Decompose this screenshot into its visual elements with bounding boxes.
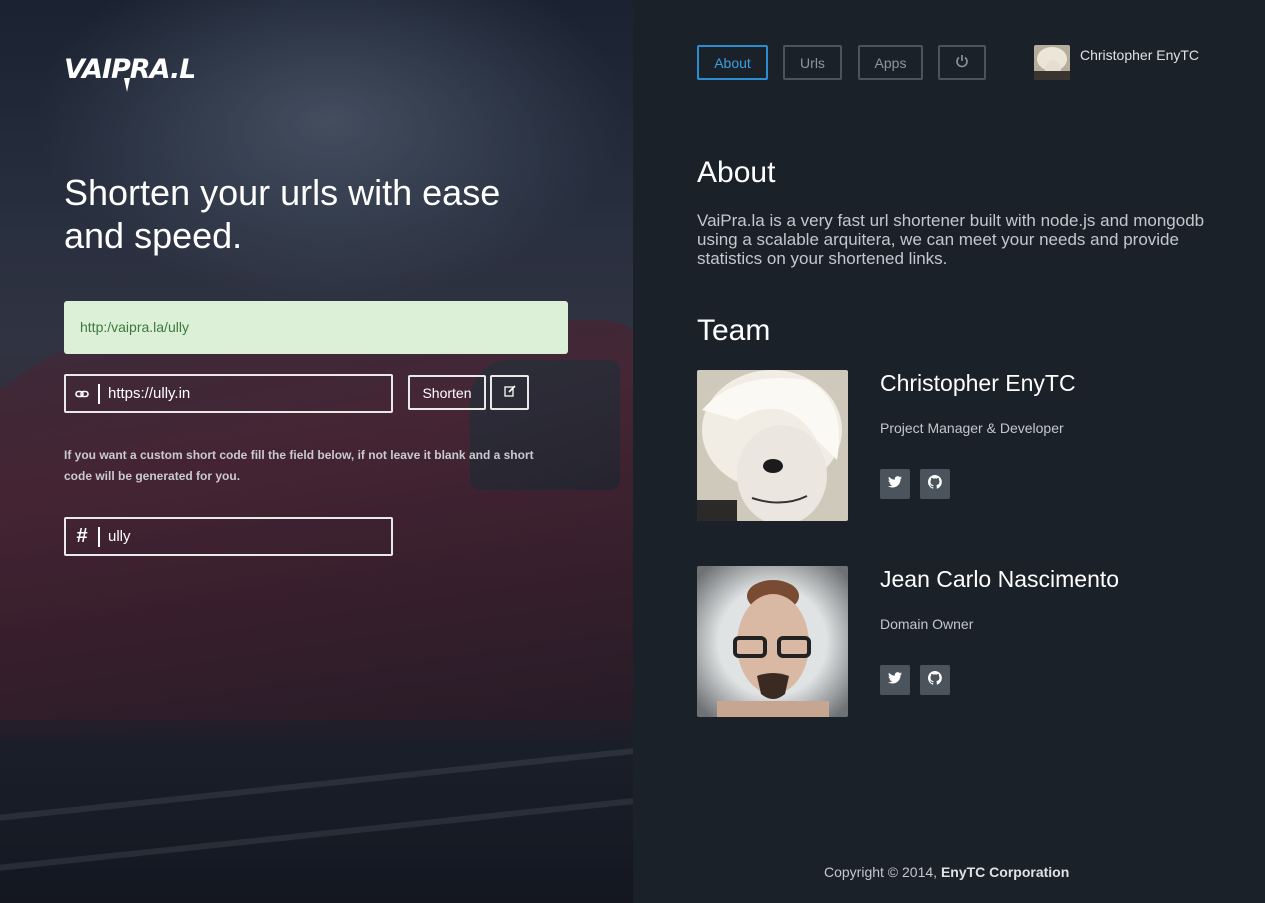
edit-button[interactable] [490,375,529,410]
about-description: VaiPra.la is a very fast url shortener b… [697,211,1205,268]
nav-tab-urls[interactable]: Urls [783,45,842,80]
edit-icon [503,385,516,400]
hash-icon: # [76,525,88,547]
logout-button[interactable] [938,45,986,80]
twitter-button[interactable] [880,469,910,499]
user-name[interactable]: Christopher EnyTC [1080,47,1199,63]
footer-copyright: Copyright © 2014, EnyTC Corporation [824,864,1069,880]
hero-panel: VAIPRA.LA Shorten your urls with ease an… [0,0,633,903]
member-role: Project Manager & Developer [880,420,1064,436]
twitter-icon [888,475,902,493]
member-name: Christopher EnyTC [880,370,1076,396]
footer-company[interactable]: EnyTC Corporation [941,864,1069,880]
member-name: Jean Carlo Nascimento [880,566,1120,592]
hero-headline: Shorten your urls with ease and speed. [64,172,501,256]
shorten-button[interactable]: Shorten [408,375,486,410]
url-input[interactable] [100,376,391,411]
github-button[interactable] [920,469,950,499]
github-icon [927,670,942,690]
vaipra-logo[interactable]: VAIPRA.LA [64,44,216,96]
custom-code-hint: If you want a custom short code fill the… [64,448,534,483]
member-photo [697,566,848,717]
twitter-icon [888,671,902,689]
nav-tab-about[interactable]: About [697,45,768,80]
power-icon [955,54,969,71]
short-url-result[interactable]: http:/vaipra.la/ully [64,301,568,354]
link-icon [66,376,98,411]
twitter-button[interactable] [880,665,910,695]
url-input-group [64,374,393,413]
member-photo [697,370,848,521]
member-role: Domain Owner [880,616,974,632]
about-heading: About [697,156,776,189]
user-avatar[interactable] [1034,45,1070,80]
nav-tab-apps[interactable]: Apps [858,45,923,80]
custom-code-input[interactable] [100,519,391,554]
team-heading: Team [697,314,771,347]
github-icon [927,474,942,494]
footer-prefix: Copyright © 2014, [824,864,941,880]
github-button[interactable] [920,665,950,695]
code-input-group: # [64,517,393,556]
